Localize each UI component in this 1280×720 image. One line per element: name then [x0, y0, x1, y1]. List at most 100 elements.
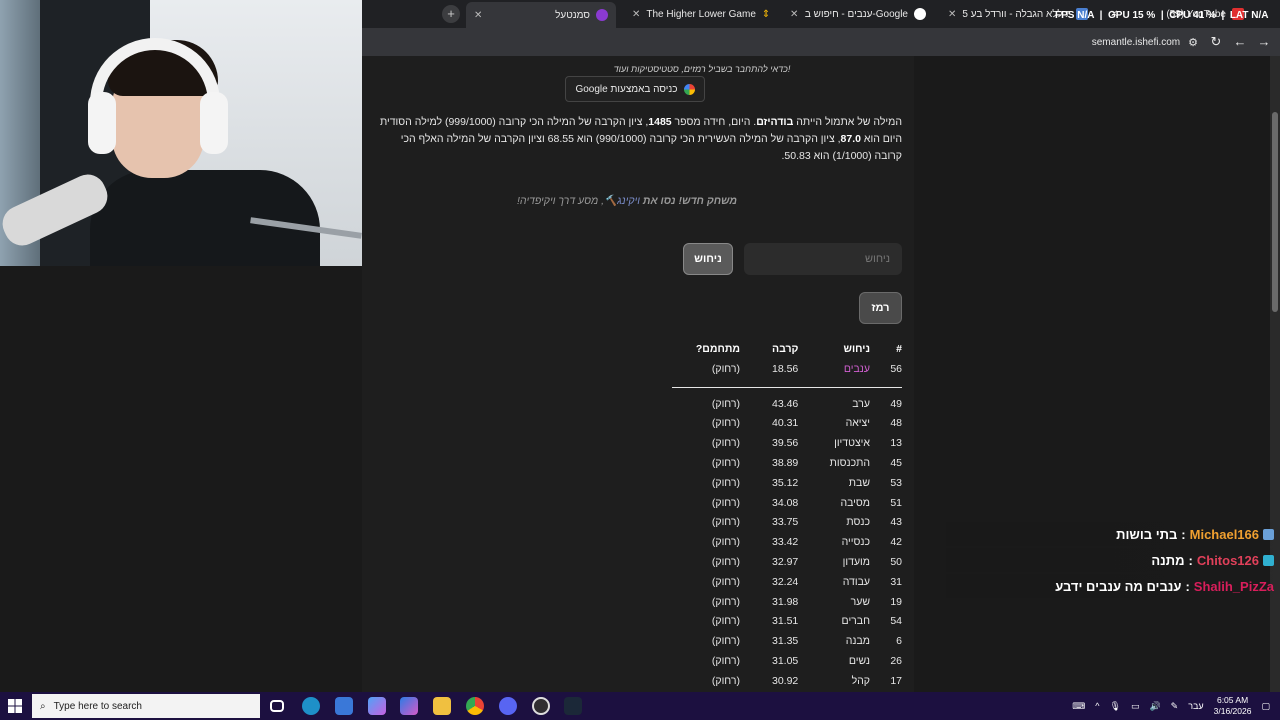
header-score: קרבה	[772, 343, 799, 355]
table-row: 19 שער 31.98 (רחוק)	[672, 592, 902, 612]
guess-number: 31	[890, 575, 902, 588]
chat-message: מתנה: Chitos126	[946, 548, 1280, 572]
google-favicon-icon	[914, 8, 926, 20]
guess-input[interactable]	[744, 243, 902, 275]
stream-background	[0, 266, 362, 692]
guess-number: 17	[890, 674, 902, 687]
guess-number: 42	[890, 536, 902, 549]
guess-number: 13	[890, 437, 902, 450]
back-icon[interactable]: ←	[1232, 34, 1248, 50]
table-row: 42 כנסייה 33.42 (רחוק)	[672, 532, 902, 552]
google-login-button[interactable]: כניסה באמצעות Google	[565, 76, 705, 102]
discord-icon[interactable]	[499, 697, 517, 715]
yesterday-word: בודהיזם	[756, 116, 794, 128]
hint-button[interactable]: רמז	[859, 292, 902, 324]
guess-word: איצטדיון	[834, 437, 870, 450]
chat-separator: :	[1181, 526, 1186, 542]
guess-score: 31.51	[772, 615, 799, 628]
gpu-label: GPU	[1108, 10, 1130, 21]
chat-username: Michael166	[1189, 526, 1259, 542]
semantle-content: כדאי להתחבר בשביל רמזים, סטטיסטיקות ועוד…	[362, 56, 914, 692]
guess-number: 51	[890, 496, 902, 509]
tab-title: 5 עשיות ללא הגבלה - וורדל בע...	[962, 8, 1070, 20]
cpu-value: 41 %	[1193, 10, 1216, 21]
guess-status: (רחוק)	[711, 516, 740, 529]
file-explorer-icon[interactable]	[433, 697, 451, 715]
guess-word: שער	[850, 595, 870, 608]
guess-status: (רחוק)	[711, 476, 740, 489]
keyboard-icon[interactable]: ⌨	[1072, 701, 1085, 712]
language-indicator[interactable]: עבר	[1188, 701, 1203, 711]
close-icon[interactable]: ✕	[948, 9, 956, 20]
site-settings-icon[interactable]: ⚙	[1188, 36, 1198, 49]
table-row: 45 התכנסות 38.89 (רחוק)	[672, 453, 902, 473]
guess-status: (רחוק)	[711, 397, 740, 410]
promo-text: משחק חדש! נסו את	[640, 195, 738, 207]
guess-status: (רחוק)	[711, 575, 740, 588]
tab-title: The Higher Lower Game	[646, 8, 756, 20]
pen-icon[interactable]: ✎	[1171, 701, 1179, 712]
search-placeholder: Type here to search	[53, 700, 142, 712]
guess-word: נשים	[848, 655, 870, 668]
tray-expand-icon[interactable]: ^	[1095, 701, 1099, 711]
screen: { "browser": { "tabs": [ {"title": "סמנט…	[0, 0, 1280, 720]
guess-word: חברים	[841, 615, 870, 628]
office-icon[interactable]	[400, 697, 418, 715]
guess-status: (רחוק)	[711, 362, 740, 375]
tab-higher-lower[interactable]: ✕ The Higher Lower Game ⇕	[624, 3, 776, 25]
guess-number: 19	[890, 595, 902, 608]
guess-score: 35.12	[772, 476, 799, 489]
taskbar-search[interactable]: ⌕ Type here to search	[32, 694, 260, 718]
browser-toolbar: semantle.ishefi.com ⚙ ↻ ← →	[362, 28, 1280, 56]
header-guess: ניחוש	[843, 343, 870, 355]
scrollbar-thumb[interactable]	[1272, 112, 1278, 312]
windows-start-icon[interactable]	[8, 699, 22, 713]
guess-score: 31.05	[772, 655, 799, 668]
edge-icon[interactable]	[302, 697, 320, 715]
guess-word: שבת	[848, 476, 870, 489]
guess-word: יציאה	[845, 417, 870, 430]
forward-icon[interactable]: →	[1256, 34, 1272, 50]
close-icon[interactable]: ✕	[632, 9, 640, 20]
tab-media-icon: ⇕	[761, 8, 771, 20]
tab-semantle[interactable]: ✕ סמנטעל	[466, 2, 616, 28]
para-text: המילה של אתמול הייתה	[793, 116, 902, 128]
latest-guess-row: 56 ענבים 18.56 (רחוק)	[672, 359, 902, 379]
steam-icon[interactable]	[564, 697, 582, 715]
chat-text: מתנה	[1151, 552, 1185, 568]
guess-word: כנסייה	[841, 536, 870, 549]
chat-text: בתי בושות	[1116, 526, 1178, 542]
task-view-icon[interactable]	[270, 700, 284, 712]
copilot-icon[interactable]	[368, 697, 386, 715]
guess-number: 48	[890, 417, 902, 430]
new-tab-button[interactable]: +	[442, 5, 460, 23]
guess-word: מועדון	[842, 556, 870, 569]
network-icon[interactable]: ▭	[1131, 701, 1140, 712]
guess-rows: 49 ערב 43.46 (רחוק) 48 יציאה 40.31 (רחוק) 13 איצט…	[672, 394, 902, 691]
table-row: 13 איצטדיון 39.56 (רחוק)	[672, 433, 902, 453]
guess-status: (רחוק)	[711, 674, 740, 687]
guess-status: (רחוק)	[711, 457, 740, 470]
guess-score: 31.98	[772, 595, 799, 608]
guess-button[interactable]: ניחוש	[683, 243, 733, 275]
address-bar[interactable]: semantle.ishefi.com ⚙	[1092, 32, 1198, 52]
close-icon[interactable]: ✕	[474, 10, 482, 21]
tab-google-search[interactable]: ✕ ענבים - חיפוש ב-Google	[782, 3, 934, 25]
clock[interactable]: 6:05 AM 3/16/2026	[1214, 695, 1252, 717]
close-icon[interactable]: ✕	[790, 9, 798, 20]
chat-separator: :	[1185, 578, 1190, 594]
table-row: 43 כנסת 33.75 (רחוק)	[672, 513, 902, 533]
notifications-icon[interactable]: ▢	[1261, 701, 1270, 712]
semantle-favicon-icon	[596, 9, 608, 21]
volume-icon[interactable]: 🔊	[1149, 701, 1160, 712]
chrome-icon[interactable]	[466, 697, 484, 715]
microphone-icon[interactable]: 🎙	[1110, 701, 1121, 712]
guess-number: 26	[890, 655, 902, 668]
obs-icon[interactable]	[532, 697, 550, 715]
reload-icon[interactable]: ↻	[1208, 34, 1224, 50]
guess-status: (רחוק)	[711, 556, 740, 569]
guess-score: 39.56	[772, 437, 799, 450]
viking-link[interactable]: ויקינג	[617, 195, 640, 207]
store-icon[interactable]	[335, 697, 353, 715]
guess-status: (רחוק)	[711, 437, 740, 450]
